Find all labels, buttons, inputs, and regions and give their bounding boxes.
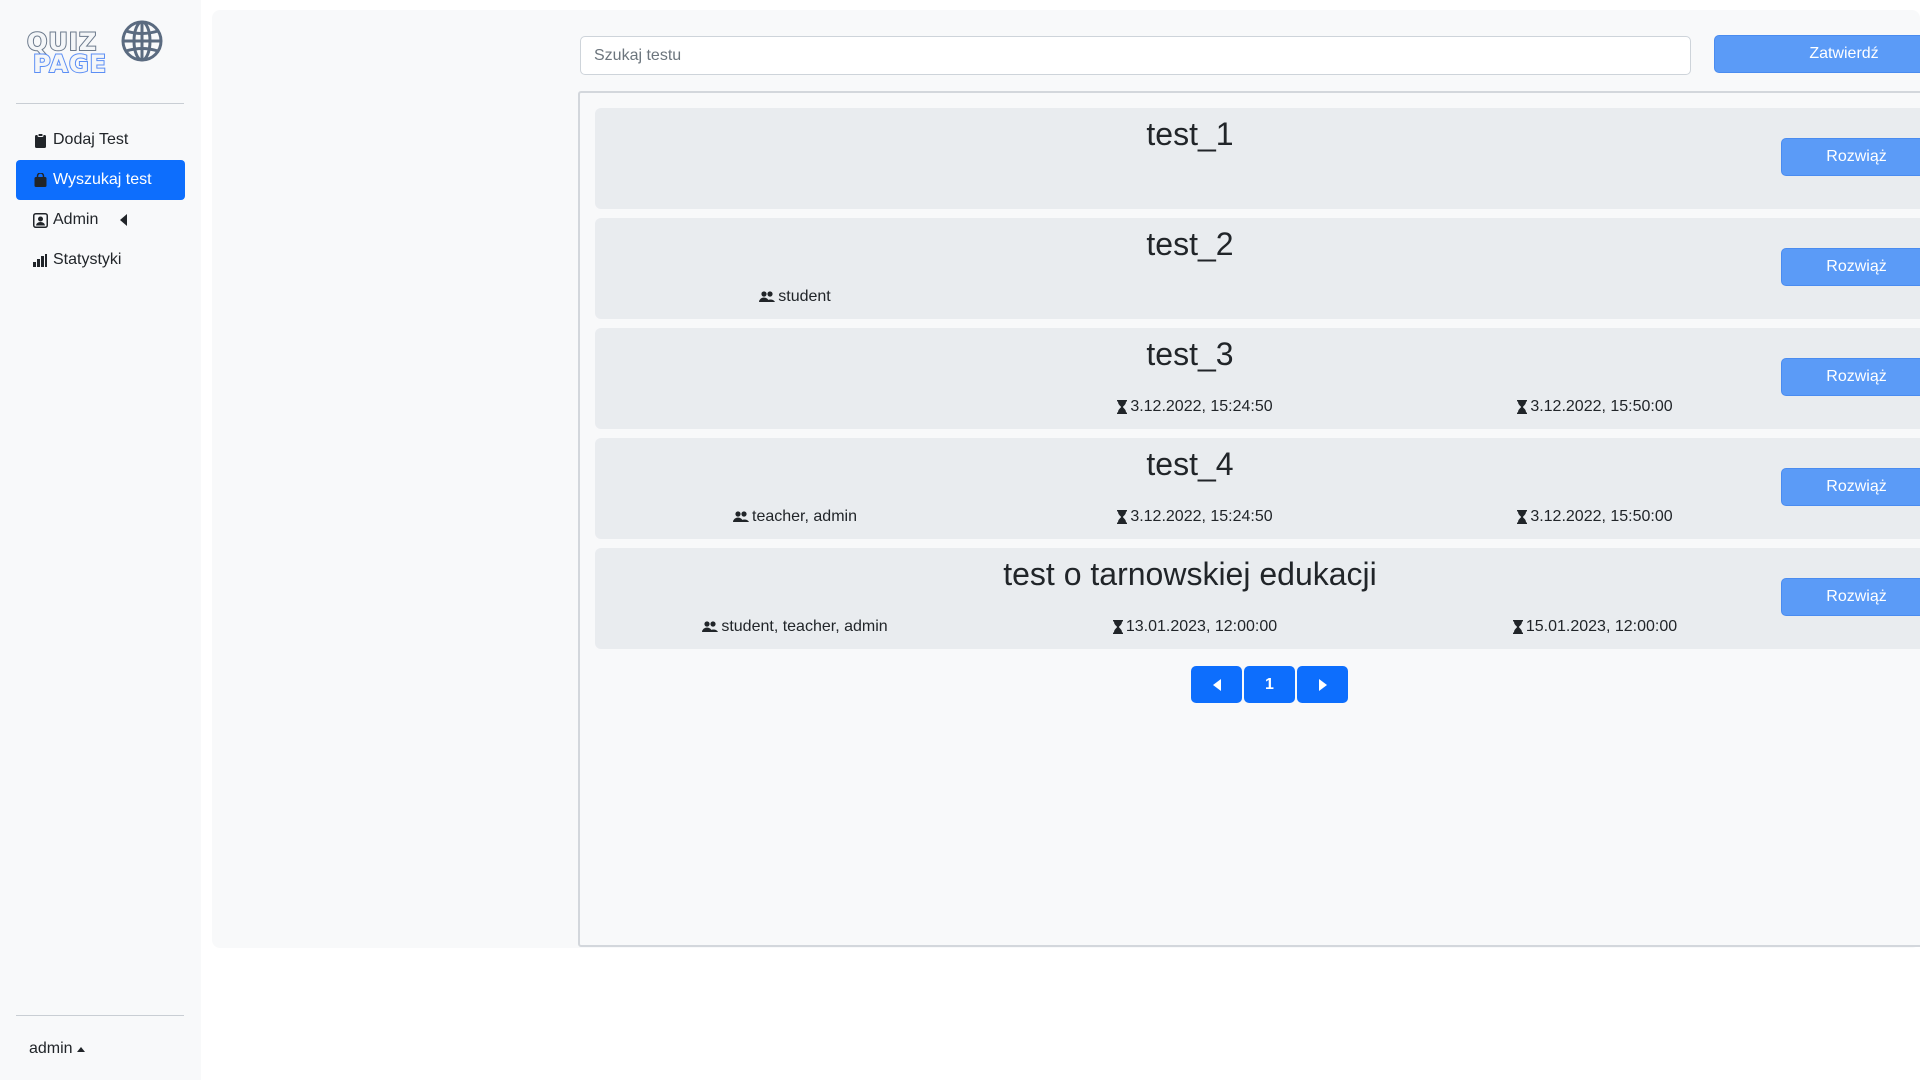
test-title: test_1 xyxy=(1146,116,1234,152)
caret-left-icon xyxy=(1212,678,1221,691)
sidebar: QUIZ PAGE Dodaj Test Wyszukaj test Admin… xyxy=(0,0,201,1080)
test-title: test_3 xyxy=(1146,336,1234,372)
test-users-text: student, teacher, admin xyxy=(721,618,888,635)
sidebar-item-dodaj-test[interactable]: Dodaj Test xyxy=(16,120,185,160)
test-card: test_2 student Rozwiąż xyxy=(595,218,1920,319)
sidebar-item-statystyki[interactable]: Statystyki xyxy=(16,240,185,280)
page-number-button[interactable]: 1 xyxy=(1244,666,1295,703)
bar-chart-icon xyxy=(32,252,48,268)
test-end-text: 15.01.2023, 12:00:00 xyxy=(1525,618,1678,635)
test-end-time: 15.01.2023, 12:00:00 xyxy=(1495,618,1695,636)
test-start-text: 3.12.2022, 15:24:50 xyxy=(1130,398,1273,415)
test-users: student xyxy=(715,288,875,306)
test-start-time: 13.01.2023, 12:00:00 xyxy=(1095,618,1295,636)
hourglass-icon xyxy=(1517,400,1528,414)
pagination: 1 xyxy=(1191,666,1348,703)
caret-up-icon xyxy=(76,1046,85,1052)
test-start-text: 3.12.2022, 15:24:50 xyxy=(1130,508,1273,525)
quiz-page-logo[interactable]: QUIZ PAGE xyxy=(25,18,167,79)
sidebar-divider-top xyxy=(16,103,184,104)
sidebar-item-label: Statystyki xyxy=(53,251,122,268)
hourglass-icon xyxy=(1117,400,1128,414)
test-card: test o tarnowskiej edukacji student, tea… xyxy=(595,548,1920,649)
clipboard-icon xyxy=(32,132,48,148)
test-start-text: 13.01.2023, 12:00:00 xyxy=(1125,618,1278,635)
caret-right-icon xyxy=(1318,678,1327,691)
solve-button[interactable]: Rozwiąż xyxy=(1781,468,1920,506)
people-icon xyxy=(702,621,719,633)
test-card: test_1 Rozwiąż xyxy=(595,108,1920,209)
prev-page-button[interactable] xyxy=(1191,666,1242,703)
person-badge-icon xyxy=(32,212,48,228)
sidebar-item-label: Admin xyxy=(53,211,99,228)
test-start-time: 3.12.2022, 15:24:50 xyxy=(1095,508,1295,526)
test-title: test_2 xyxy=(1146,226,1234,262)
sidebar-item-wyszukaj-test[interactable]: Wyszukaj test xyxy=(16,160,185,200)
user-menu[interactable]: admin xyxy=(29,1040,85,1058)
test-users: student, teacher, admin xyxy=(685,618,905,636)
test-users-text: student xyxy=(778,288,831,305)
globe-icon xyxy=(121,20,163,62)
hourglass-icon xyxy=(1512,620,1523,634)
test-card: test_3 3.12.2022, 15:24:50 3.12.2022, 15… xyxy=(595,328,1920,429)
test-list[interactable]: test_1 Rozwiąż test_2 student Rozwiąż te… xyxy=(578,91,1920,947)
caret-left-icon[interactable] xyxy=(120,214,128,226)
logo-text-line2: PAGE xyxy=(32,49,108,79)
test-card: test_4 teacher, admin 3.12.2022, 15:24:5… xyxy=(595,438,1920,539)
sidebar-item-label: Wyszukaj test xyxy=(53,171,152,188)
next-page-button[interactable] xyxy=(1297,666,1348,703)
sidebar-nav: Dodaj Test Wyszukaj test Admin Statystyk… xyxy=(16,120,185,280)
solve-button[interactable]: Rozwiąż xyxy=(1781,358,1920,396)
test-end-text: 3.12.2022, 15:50:00 xyxy=(1530,508,1673,525)
user-name: admin xyxy=(29,1040,73,1057)
sidebar-item-label: Dodaj Test xyxy=(53,131,129,148)
sidebar-item-admin[interactable]: Admin xyxy=(16,200,185,240)
people-icon xyxy=(759,291,776,303)
test-users-text: teacher, admin xyxy=(752,508,857,525)
solve-button[interactable]: Rozwiąż xyxy=(1781,248,1920,286)
bag-icon xyxy=(32,172,48,188)
test-end-time: 3.12.2022, 15:50:00 xyxy=(1495,398,1695,416)
main-panel: Zatwierdź test_1 Rozwiąż test_2 student … xyxy=(212,10,1920,948)
hourglass-icon xyxy=(1117,510,1128,524)
solve-button[interactable]: Rozwiąż xyxy=(1781,578,1920,616)
test-title: test o tarnowskiej edukacji xyxy=(1003,556,1377,592)
test-title: test_4 xyxy=(1146,446,1234,482)
submit-button[interactable]: Zatwierdź xyxy=(1714,35,1920,73)
hourglass-icon xyxy=(1112,620,1123,634)
test-end-time: 3.12.2022, 15:50:00 xyxy=(1495,508,1695,526)
sidebar-divider-bottom xyxy=(16,1015,184,1016)
test-end-text: 3.12.2022, 15:50:00 xyxy=(1530,398,1673,415)
search-input[interactable] xyxy=(580,36,1691,75)
solve-button[interactable]: Rozwiąż xyxy=(1781,138,1920,176)
test-users: teacher, admin xyxy=(715,508,875,526)
people-icon xyxy=(733,511,750,523)
test-start-time: 3.12.2022, 15:24:50 xyxy=(1095,398,1295,416)
hourglass-icon xyxy=(1517,510,1528,524)
